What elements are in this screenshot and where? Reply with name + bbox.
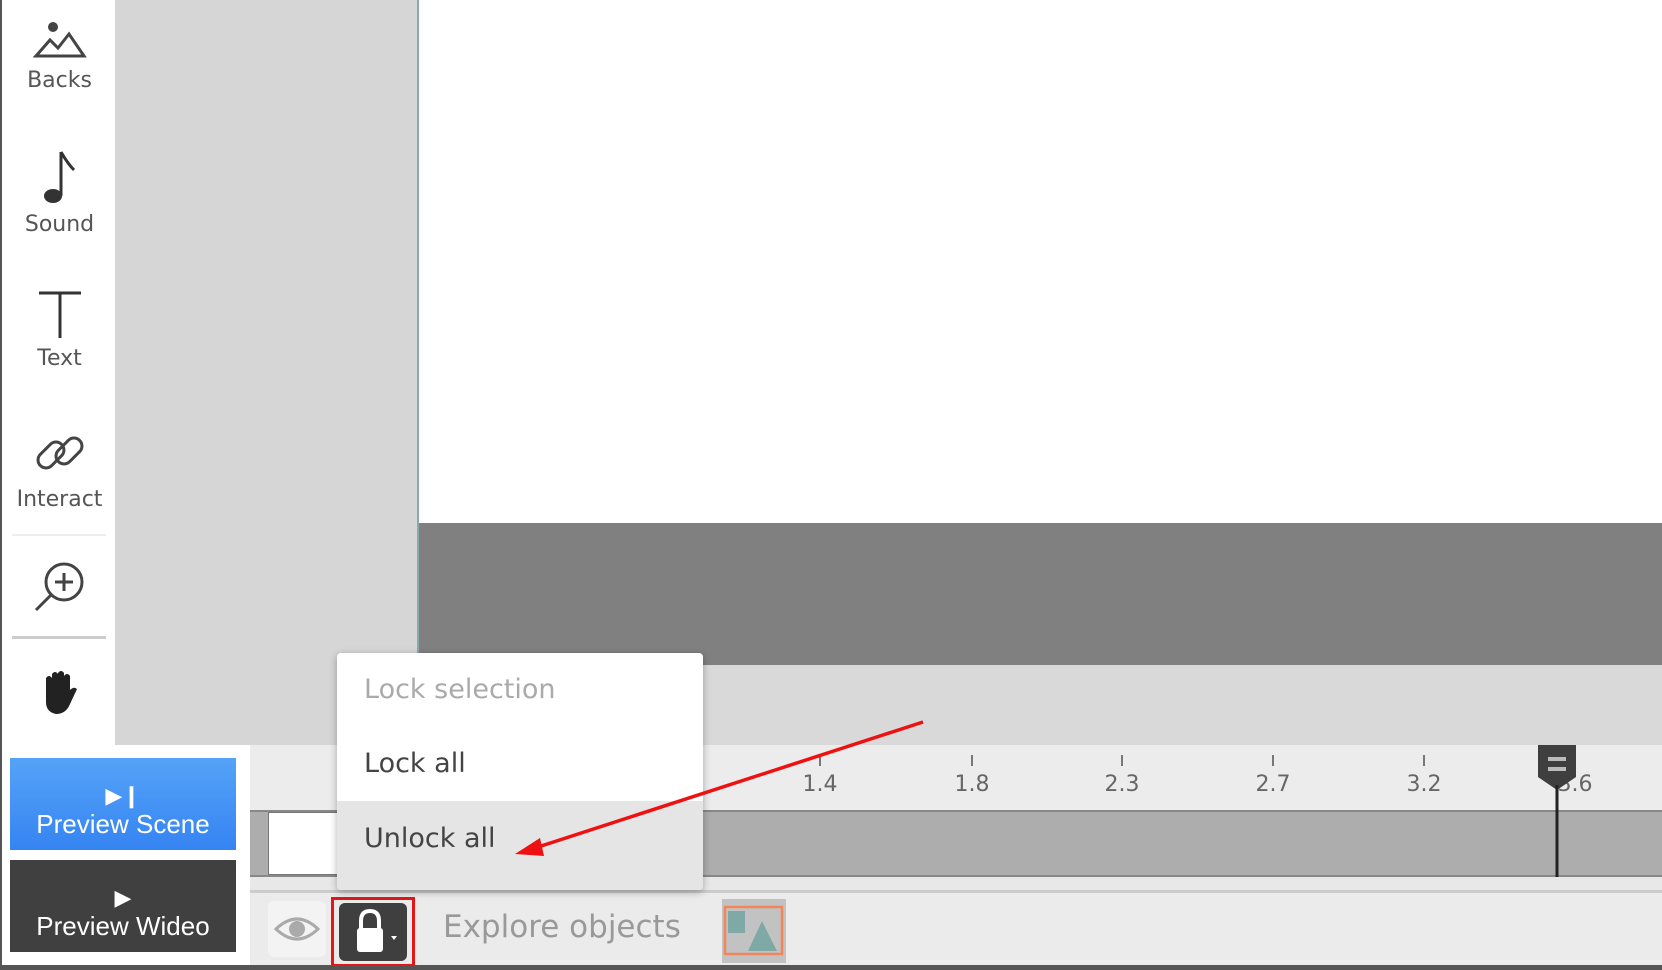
annotation-arrow bbox=[515, 720, 924, 856]
